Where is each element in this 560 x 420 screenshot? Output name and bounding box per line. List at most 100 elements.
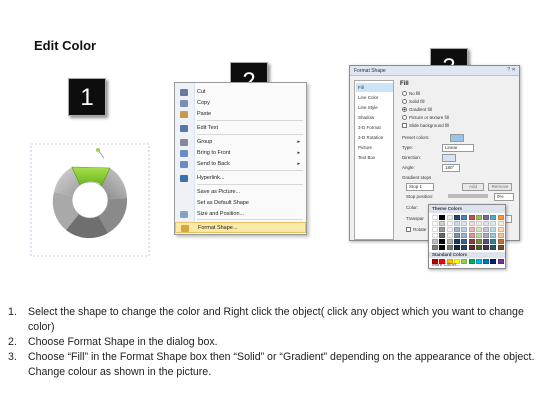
theme-color-swatch[interactable] [453,215,460,220]
rotate-checkbox[interactable]: Rotate [406,226,426,234]
theme-color-swatch[interactable] [475,227,482,232]
menu-item-cut[interactable]: Cut [175,87,306,98]
stop-position-input[interactable]: 0% [494,193,514,201]
menu-item-bring-to-front[interactable]: Bring to Front ▸ [175,148,306,159]
theme-color-swatch[interactable] [497,239,504,244]
angle-input[interactable]: 180° [442,164,460,172]
theme-color-swatch[interactable] [475,239,482,244]
theme-color-swatch[interactable] [483,215,490,220]
nav-item-shadow[interactable]: Shadow [356,113,393,122]
standard-color-swatch[interactable] [461,259,468,264]
nav-item-picture[interactable]: Picture [356,143,393,152]
theme-color-swatch[interactable] [446,215,453,220]
nav-item-line-color[interactable]: Line Color [356,93,393,102]
add-stop-button[interactable]: Add [462,183,484,191]
menu-item-save-as-picture[interactable]: Save as Picture... [175,187,306,198]
theme-color-swatch[interactable] [439,245,446,250]
theme-color-swatch[interactable] [497,221,504,226]
standard-color-swatch[interactable] [468,259,475,264]
theme-color-swatch[interactable] [432,221,438,226]
theme-color-swatch[interactable] [497,233,504,238]
theme-color-swatch[interactable] [439,215,446,220]
nav-item-text-box[interactable]: Text Box [356,153,393,162]
rotation-handle-dot[interactable] [96,148,100,152]
theme-color-swatch[interactable] [461,245,468,250]
theme-color-swatch[interactable] [483,233,490,238]
theme-color-swatch[interactable] [453,245,460,250]
theme-color-swatch[interactable] [461,215,468,220]
theme-color-swatch[interactable] [461,227,468,232]
menu-item-group[interactable]: Group ▸ [175,137,306,148]
theme-color-swatch[interactable] [475,221,482,226]
theme-color-swatch[interactable] [461,221,468,226]
menu-item-set-as-default-shape[interactable]: Set as Default Shape [175,198,306,209]
theme-color-swatch[interactable] [468,215,475,220]
theme-color-swatch[interactable] [490,215,497,220]
theme-color-swatch[interactable] [468,221,475,226]
theme-color-swatch[interactable] [483,245,490,250]
theme-color-swatch[interactable] [461,233,468,238]
theme-color-swatch[interactable] [453,239,460,244]
fill-option-picture-or-texture-fill[interactable]: Picture or texture fill [402,114,449,121]
menu-item-format-shape[interactable]: Format Shape... [175,222,306,233]
theme-color-swatch[interactable] [490,239,497,244]
theme-color-swatch[interactable] [432,239,438,244]
theme-color-swatch[interactable] [439,239,446,244]
theme-color-swatch[interactable] [483,239,490,244]
preset-colors-dropdown[interactable] [450,134,464,142]
theme-color-swatch[interactable] [475,245,482,250]
theme-color-swatch[interactable] [468,245,475,250]
theme-color-swatch[interactable] [468,239,475,244]
fill-option-solid-fill[interactable]: Solid fill [402,98,425,105]
standard-color-swatch[interactable] [483,259,490,264]
more-colors-link[interactable]: More Colors... [432,262,460,267]
theme-color-swatch[interactable] [461,239,468,244]
theme-color-swatch[interactable] [483,227,490,232]
remove-stop-button[interactable]: Remove [488,183,512,191]
direction-dropdown[interactable] [442,154,456,162]
theme-color-swatch[interactable] [432,233,438,238]
menu-item-copy[interactable]: Copy [175,98,306,109]
type-select[interactable]: Linear [442,144,474,152]
theme-color-swatch[interactable] [432,227,438,232]
menu-item-paste[interactable]: Paste [175,109,306,120]
theme-color-swatch[interactable] [483,221,490,226]
donut-shape[interactable] [26,140,156,260]
theme-color-swatch[interactable] [497,245,504,250]
nav-item-3-d-format[interactable]: 3-D Format [356,123,393,132]
theme-color-swatch[interactable] [490,233,497,238]
menu-item-size-and-position[interactable]: Size and Position... [175,209,306,220]
fill-option-gradient-fill[interactable]: Gradient fill [402,106,432,113]
dialog-close-button[interactable]: ? ✕ [506,67,517,74]
fill-option-slide-background-fill[interactable]: Slide background fill [402,122,449,129]
theme-color-swatch[interactable] [432,245,438,250]
theme-color-swatch[interactable] [453,233,460,238]
theme-color-swatch[interactable] [446,239,453,244]
theme-color-swatch[interactable] [497,215,504,220]
theme-color-swatch[interactable] [432,215,438,220]
fill-option-no-fill[interactable]: No fill [402,90,420,97]
stop-position-slider[interactable] [448,194,488,198]
theme-color-swatch[interactable] [446,233,453,238]
standard-color-swatch[interactable] [497,259,504,264]
theme-color-swatch[interactable] [468,233,475,238]
theme-color-swatch[interactable] [446,245,453,250]
theme-color-swatch[interactable] [475,215,482,220]
standard-color-swatch[interactable] [490,259,497,264]
menu-item-edit-text[interactable]: Edit Text [175,123,306,134]
theme-color-swatch[interactable] [453,227,460,232]
stop-select[interactable]: Stop 1 [406,183,434,191]
nav-item-3-d-rotation[interactable]: 3-D Rotation [356,133,393,142]
nav-item-line-style[interactable]: Line Style [356,103,393,112]
menu-item-send-to-back[interactable]: Send to Back ▸ [175,159,306,170]
theme-color-swatch[interactable] [475,233,482,238]
theme-color-swatch[interactable] [439,221,446,226]
theme-color-swatch[interactable] [497,227,504,232]
standard-color-swatch[interactable] [475,259,482,264]
theme-color-swatch[interactable] [453,221,460,226]
nav-item-fill[interactable]: Fill [356,83,393,92]
theme-color-swatch[interactable] [490,245,497,250]
theme-color-swatch[interactable] [446,227,453,232]
theme-color-swatch[interactable] [490,221,497,226]
menu-item-hyperlink[interactable]: Hyperlink... [175,173,306,184]
